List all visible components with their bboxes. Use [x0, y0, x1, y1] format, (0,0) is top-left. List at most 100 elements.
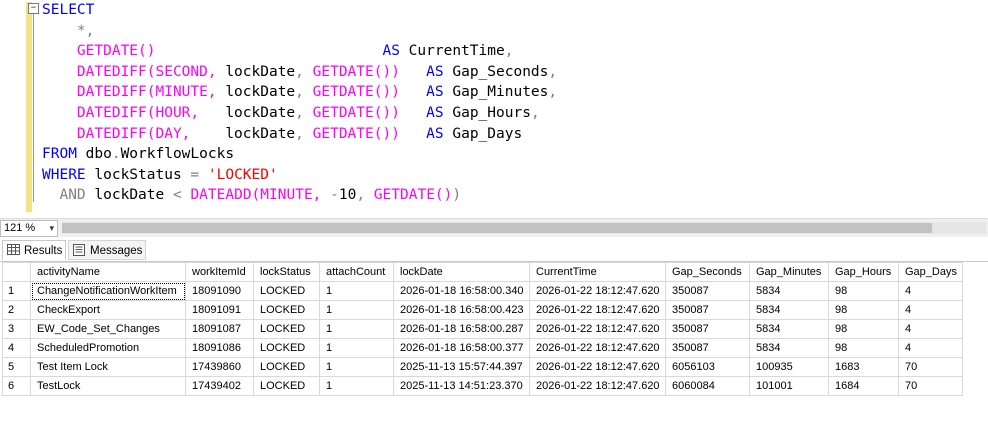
row-number-header[interactable]: [2, 262, 31, 282]
table-cell[interactable]: LOCKED: [253, 338, 320, 358]
table-cell[interactable]: LOCKED: [253, 357, 320, 377]
table-cell[interactable]: 70: [898, 357, 963, 377]
query-editor[interactable]: − SELECT *, GETDATE() AS CurrentTime, DA…: [0, 0, 988, 218]
table-cell[interactable]: LOCKED: [253, 319, 320, 339]
table-cell[interactable]: LOCKED: [253, 281, 320, 301]
table-cell[interactable]: 1683: [828, 357, 899, 377]
code-line[interactable]: DATEDIFF(SECOND, lockDate, GETDATE()) AS…: [42, 62, 557, 83]
table-cell[interactable]: 350087: [665, 319, 750, 339]
table-cell[interactable]: 2026-01-18 16:58:00.423: [393, 300, 530, 320]
table-cell[interactable]: 5834: [749, 300, 829, 320]
table-cell[interactable]: 1: [319, 338, 394, 358]
table-cell[interactable]: 1: [319, 357, 394, 377]
row-number[interactable]: 6: [2, 376, 31, 396]
table-cell[interactable]: 2026-01-22 18:12:47.620: [529, 376, 666, 396]
row-number[interactable]: 2: [2, 300, 31, 320]
scrollbar-thumb[interactable]: [62, 223, 932, 233]
table-cell[interactable]: 6056103: [665, 357, 750, 377]
results-grid[interactable]: activityName workItemId lockStatus attac…: [2, 262, 963, 396]
collapse-icon[interactable]: −: [28, 3, 39, 14]
table-cell[interactable]: 2026-01-18 16:58:00.287: [393, 319, 530, 339]
table-row[interactable]: 1 ChangeNotificationWorkItem 18091090 LOCKE…: [2, 281, 963, 301]
table-cell[interactable]: 2026-01-22 18:12:47.620: [529, 300, 666, 320]
row-number[interactable]: 3: [2, 319, 31, 339]
code-line[interactable]: DATEDIFF(MINUTE, lockDate, GETDATE()) AS…: [42, 82, 557, 103]
table-cell[interactable]: 4: [898, 300, 963, 320]
sql-code[interactable]: SELECT *, GETDATE() AS CurrentTime, DATE…: [42, 0, 557, 206]
table-cell[interactable]: 17439402: [185, 376, 254, 396]
row-number[interactable]: 5: [2, 357, 31, 377]
table-cell[interactable]: 5834: [749, 338, 829, 358]
table-cell[interactable]: 17439860: [185, 357, 254, 377]
table-cell[interactable]: 2025-11-13 14:51:23.370: [393, 376, 530, 396]
table-cell[interactable]: 350087: [665, 281, 750, 301]
table-row[interactable]: 2 CheckExport 18091091 LOCKED 1 2026-01-18 16…: [2, 300, 963, 320]
column-header[interactable]: activityName: [30, 262, 186, 282]
table-row[interactable]: 6 TestLock 17439402 LOCKED 1 2025-11-13 14:51…: [2, 376, 963, 396]
table-cell[interactable]: 1: [319, 376, 394, 396]
column-header[interactable]: Gap_Days: [898, 262, 963, 282]
table-cell[interactable]: ScheduledPromotion: [30, 338, 186, 358]
table-cell[interactable]: 2025-11-13 15:57:44.397: [393, 357, 530, 377]
table-cell[interactable]: 1: [319, 281, 394, 301]
row-number[interactable]: 1: [2, 281, 31, 301]
zoom-dropdown[interactable]: 121 % ▾: [0, 220, 58, 237]
table-cell[interactable]: Test Item Lock: [30, 357, 186, 377]
table-cell[interactable]: 98: [828, 281, 899, 301]
table-cell[interactable]: 2026-01-18 16:58:00.340: [393, 281, 530, 301]
code-line[interactable]: SELECT: [42, 0, 557, 21]
table-cell[interactable]: 4: [898, 281, 963, 301]
table-cell[interactable]: 2026-01-22 18:12:47.620: [529, 357, 666, 377]
horizontal-scrollbar[interactable]: [62, 222, 986, 234]
column-header[interactable]: CurrentTime: [529, 262, 666, 282]
table-cell[interactable]: 5834: [749, 319, 829, 339]
table-cell[interactable]: 101001: [749, 376, 829, 396]
table-cell[interactable]: LOCKED: [253, 376, 320, 396]
column-header[interactable]: lockDate: [393, 262, 530, 282]
column-header[interactable]: Gap_Hours: [828, 262, 899, 282]
table-cell[interactable]: 1: [319, 319, 394, 339]
row-number[interactable]: 4: [2, 338, 31, 358]
code-line[interactable]: AND lockDate < DATEADD(MINUTE, -10, GETD…: [42, 185, 557, 206]
column-header[interactable]: workItemId: [185, 262, 254, 282]
table-cell[interactable]: CheckExport: [30, 300, 186, 320]
table-cell[interactable]: 18091091: [185, 300, 254, 320]
table-cell[interactable]: EW_Code_Set_Changes: [30, 319, 186, 339]
code-line[interactable]: DATEDIFF(HOUR, lockDate, GETDATE()) AS G…: [42, 103, 557, 124]
code-line[interactable]: GETDATE() AS CurrentTime,: [42, 41, 557, 62]
code-line[interactable]: DATEDIFF(DAY, lockDate, GETDATE()) AS Ga…: [42, 124, 557, 145]
table-cell[interactable]: TestLock: [30, 376, 186, 396]
table-cell[interactable]: 2026-01-22 18:12:47.620: [529, 338, 666, 358]
code-line[interactable]: WHERE lockStatus = 'LOCKED': [42, 165, 557, 186]
table-cell[interactable]: 4: [898, 319, 963, 339]
column-header[interactable]: attachCount: [319, 262, 394, 282]
table-row[interactable]: 5 Test Item Lock 17439860 LOCKED 1 2025-11-13…: [2, 357, 963, 377]
table-cell[interactable]: ChangeNotificationWorkItem: [30, 281, 186, 301]
table-cell[interactable]: 2026-01-22 18:12:47.620: [529, 281, 666, 301]
table-cell[interactable]: 350087: [665, 300, 750, 320]
table-cell[interactable]: 1684: [828, 376, 899, 396]
table-cell[interactable]: 18091087: [185, 319, 254, 339]
tab-messages[interactable]: Messages: [68, 240, 146, 260]
table-cell[interactable]: 100935: [749, 357, 829, 377]
table-cell[interactable]: LOCKED: [253, 300, 320, 320]
table-cell[interactable]: 2026-01-18 16:58:00.377: [393, 338, 530, 358]
table-cell[interactable]: 98: [828, 300, 899, 320]
table-cell[interactable]: 18091090: [185, 281, 254, 301]
table-cell[interactable]: 1: [319, 300, 394, 320]
table-cell[interactable]: 4: [898, 338, 963, 358]
table-cell[interactable]: 70: [898, 376, 963, 396]
column-header[interactable]: Gap_Minutes: [749, 262, 829, 282]
table-cell[interactable]: 5834: [749, 281, 829, 301]
column-header[interactable]: lockStatus: [253, 262, 320, 282]
table-cell[interactable]: 350087: [665, 338, 750, 358]
code-line[interactable]: FROM dbo.WorkflowLocks: [42, 144, 557, 165]
code-line[interactable]: *,: [42, 21, 557, 42]
column-header[interactable]: Gap_Seconds: [665, 262, 750, 282]
tab-results[interactable]: Results: [2, 240, 66, 260]
table-row[interactable]: 3 EW_Code_Set_Changes 18091087 LOCKED 1 2026-…: [2, 319, 963, 339]
table-row[interactable]: 4 ScheduledPromotion 18091086 LOCKED 1 2026-0…: [2, 338, 963, 358]
table-cell[interactable]: 98: [828, 338, 899, 358]
table-cell[interactable]: 18091086: [185, 338, 254, 358]
table-cell[interactable]: 6060084: [665, 376, 750, 396]
